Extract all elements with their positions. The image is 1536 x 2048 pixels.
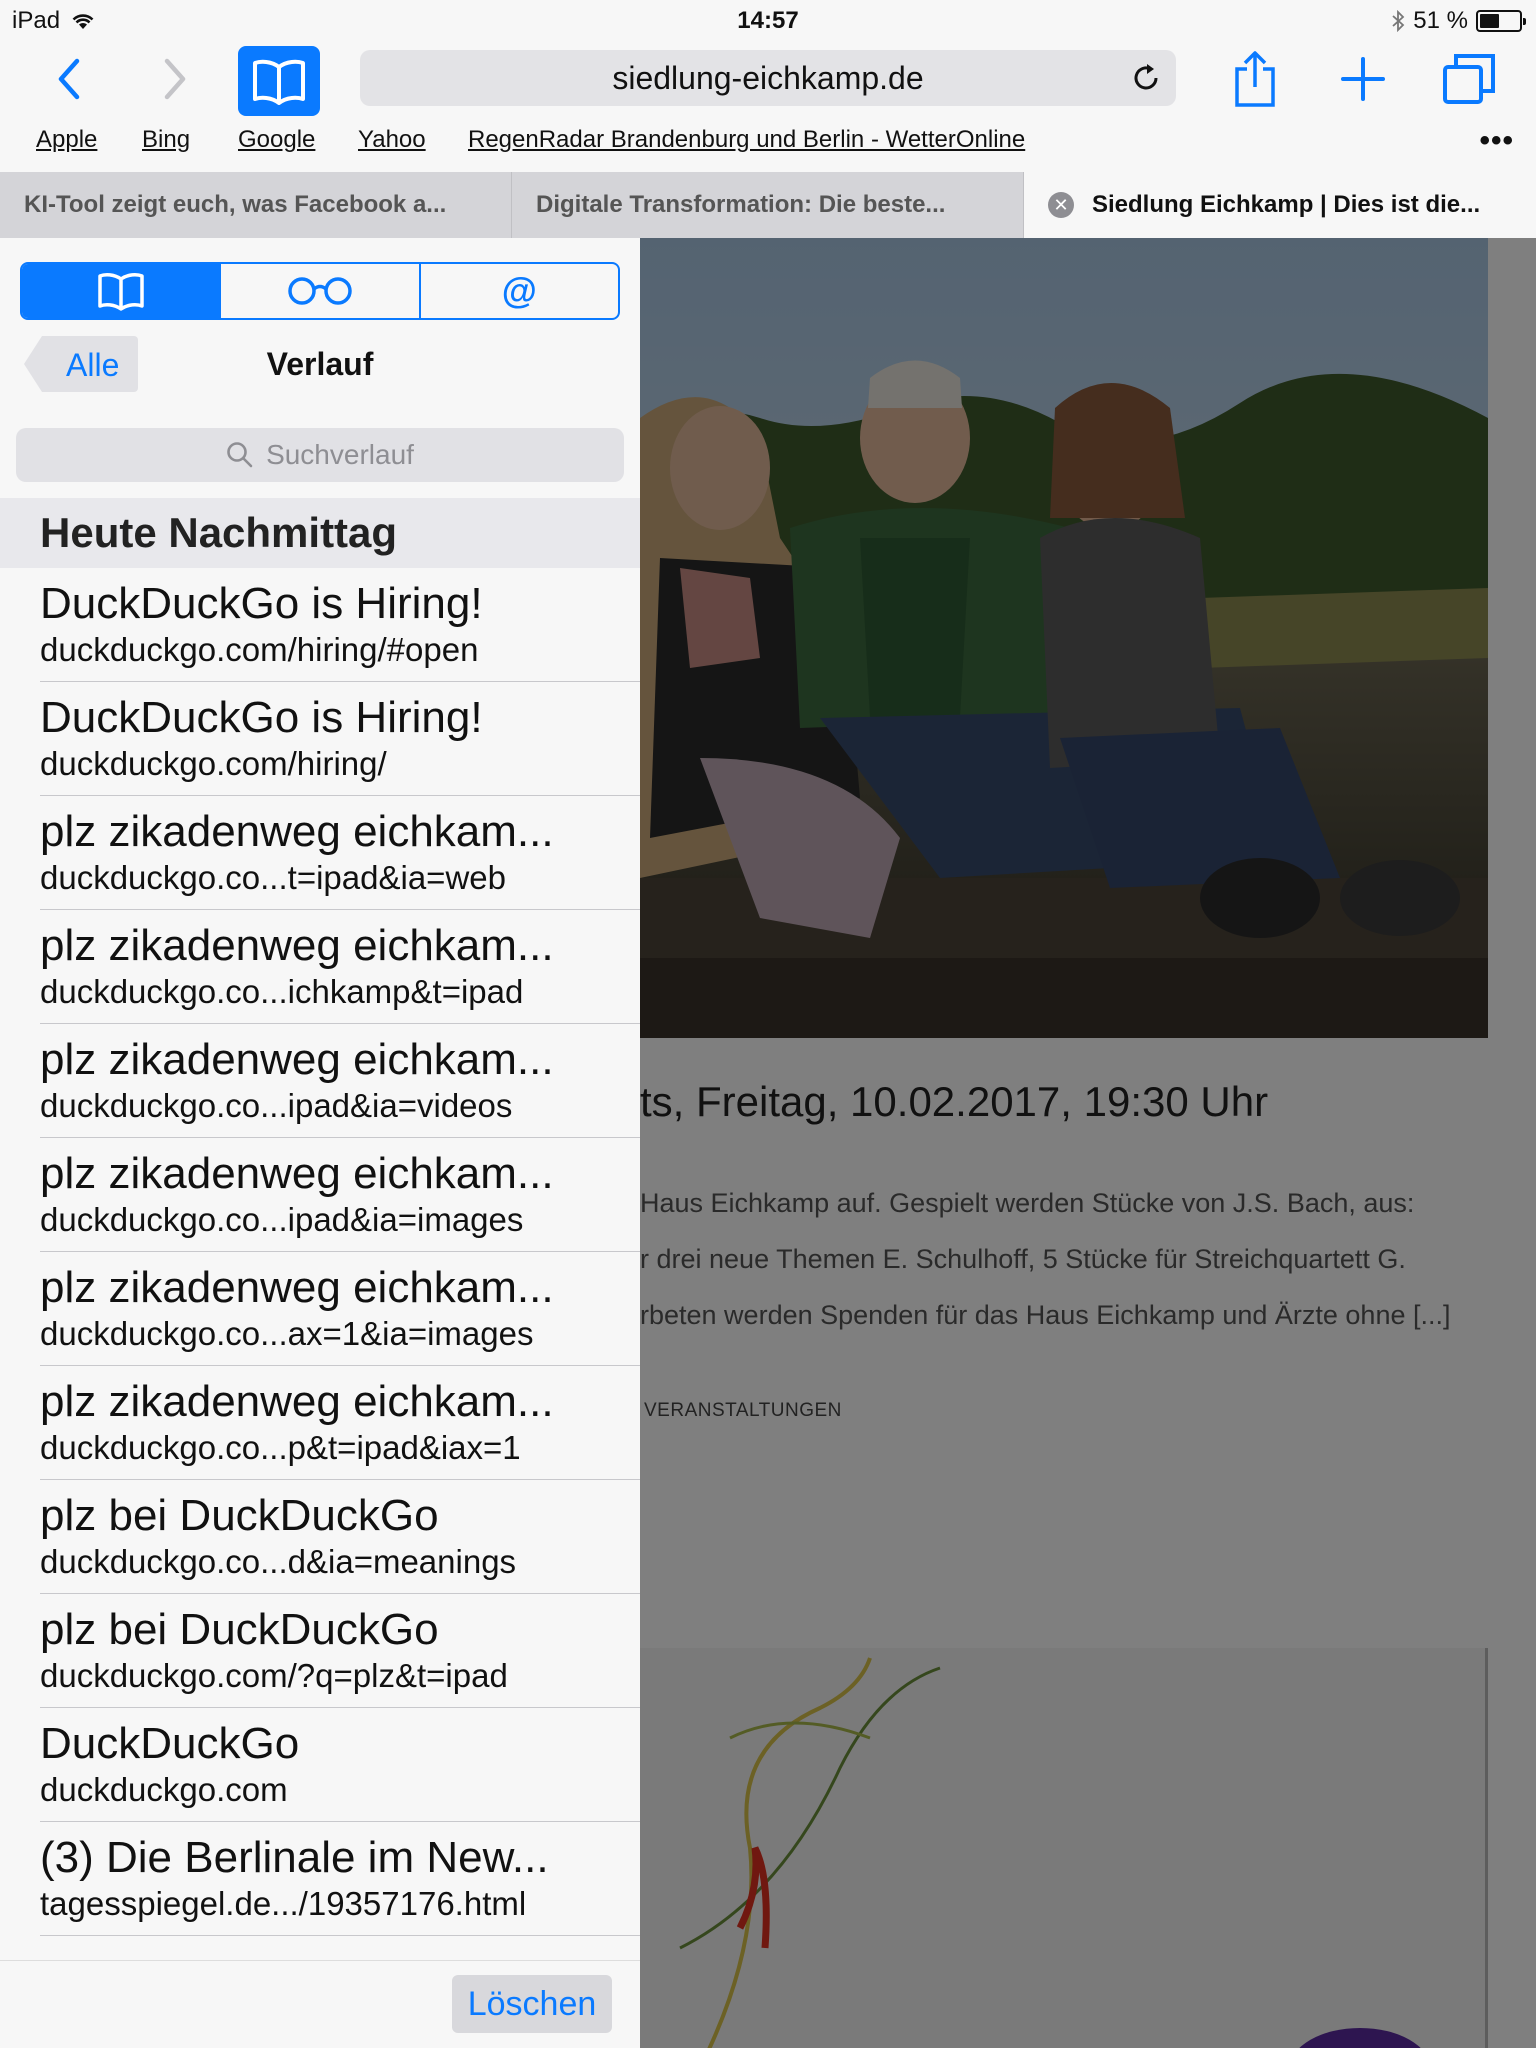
history-item[interactable]: (3) Die Berlinale im New... tagesspiegel.… — [0, 1822, 640, 1936]
section-header: Heute Nachmittag — [0, 498, 640, 568]
reload-icon[interactable] — [1130, 62, 1162, 94]
battery-icon — [1476, 10, 1526, 32]
bookmark-google[interactable]: Google — [238, 126, 315, 154]
chevron-right-icon — [164, 58, 186, 100]
history-item-url: duckduckgo.co...ipad&ia=images — [40, 1201, 524, 1238]
search-icon — [227, 442, 253, 468]
history-item[interactable]: plz bei DuckDuckGo duckduckgo.com/?q=plz&… — [0, 1594, 640, 1708]
history-item[interactable]: DuckDuckGo duckduckgo.com — [0, 1708, 640, 1822]
bookmarks-bar: Apple Bing Google Yahoo RegenRadar Brand… — [0, 120, 1536, 172]
battery-percent: 51 % — [1413, 7, 1468, 34]
delete-history-button[interactable]: Löschen — [452, 1975, 612, 2033]
history-item[interactable]: plz zikadenweg eichkam... duckduckgo.co..… — [0, 1024, 640, 1138]
tab-title: Siedlung Eichkamp | Dies ist die... — [1092, 191, 1481, 218]
history-item-url: duckduckgo.com — [40, 1771, 288, 1808]
tab-bar: KI-Tool zeigt euch, was Facebook a... Di… — [0, 172, 1536, 238]
history-item-url: duckduckgo.com/hiring/ — [40, 745, 387, 782]
back-button[interactable] — [34, 48, 104, 110]
sidebar-footer: Löschen — [0, 1960, 640, 2048]
history-item-title: (3) Die Berlinale im New... — [40, 1833, 549, 1882]
more-bookmarks-icon[interactable]: ••• — [1479, 124, 1514, 158]
history-item-url: duckduckgo.com/?q=plz&t=ipad — [40, 1657, 508, 1694]
tabs-overview-button[interactable] — [1434, 48, 1504, 110]
history-item-title: plz zikadenweg eichkam... — [40, 1035, 554, 1084]
tab-siedlung-eichkamp[interactable]: ✕ Siedlung Eichkamp | Dies ist die... — [1024, 172, 1536, 238]
plus-icon — [1341, 57, 1385, 101]
history-item-url: duckduckgo.co...d&ia=meanings — [40, 1543, 517, 1580]
bluetooth-icon — [1392, 10, 1405, 32]
history-item-title: plz zikadenweg eichkam... — [40, 1149, 554, 1198]
history-item[interactable]: plz zikadenweg eichkam... duckduckgo.co..… — [0, 1252, 640, 1366]
bookmarks-button[interactable] — [238, 46, 320, 116]
history-item[interactable]: plz zikadenweg eichkam... duckduckgo.co..… — [0, 910, 640, 1024]
history-item-title: plz bei DuckDuckGo — [40, 1491, 439, 1540]
tabs-icon — [1443, 54, 1495, 104]
url-text: siedlung-eichkamp.de — [612, 59, 924, 96]
panel-title: Verlauf — [266, 346, 374, 382]
history-sidebar: @ Alle Verlauf Suchverlauf Heute Nachmit… — [0, 238, 640, 2048]
tab-digitale-transformation[interactable]: Digitale Transformation: Die beste... — [512, 172, 1024, 238]
history-item-title: DuckDuckGo — [40, 1719, 300, 1768]
history-item-url: duckduckgo.co...ax=1&ia=images — [40, 1315, 534, 1352]
history-item-url: duckduckgo.co...ichkamp&t=ipad — [40, 973, 524, 1010]
dim-overlay[interactable] — [640, 238, 1536, 2048]
clock: 14:57 — [737, 7, 799, 34]
shared-links-segment[interactable]: @ — [421, 264, 618, 318]
tab-title: KI-Tool zeigt euch, was Facebook a... — [24, 191, 447, 218]
close-tab-icon[interactable]: ✕ — [1048, 192, 1074, 218]
history-item-url: duckduckgo.co...p&t=ipad&iax=1 — [40, 1429, 521, 1466]
tab-title: Digitale Transformation: Die beste... — [536, 191, 946, 218]
glasses-icon — [288, 277, 352, 305]
history-item[interactable]: plz zikadenweg eichkam... duckduckgo.co..… — [0, 796, 640, 910]
history-item[interactable]: plz bei DuckDuckGo duckduckgo.co...d&ia=m… — [0, 1480, 640, 1594]
history-item[interactable]: DuckDuckGo is Hiring! duckduckgo.com/hiri… — [0, 568, 640, 682]
forward-button[interactable] — [140, 48, 210, 110]
history-item-title: plz bei DuckDuckGo — [40, 1605, 439, 1654]
bookmark-bing[interactable]: Bing — [142, 126, 190, 154]
history-item-title: DuckDuckGo is Hiring! — [40, 579, 483, 628]
bookmarks-segment[interactable] — [22, 264, 222, 318]
history-item-title: plz zikadenweg eichkam... — [40, 807, 554, 856]
book-icon — [253, 59, 305, 105]
chevron-left-icon — [58, 58, 80, 100]
history-item[interactable]: plz zikadenweg eichkam... duckduckgo.co..… — [0, 1138, 640, 1252]
history-item-title: plz zikadenweg eichkam... — [40, 1263, 554, 1312]
history-item-url: tagesspiegel.de.../19357176.html — [40, 1885, 527, 1922]
bookmark-regenradar[interactable]: RegenRadar Brandenburg und Berlin - Wett… — [468, 126, 1025, 154]
tab-ki-tool[interactable]: KI-Tool zeigt euch, was Facebook a... — [0, 172, 512, 238]
bookmark-yahoo[interactable]: Yahoo — [358, 126, 426, 154]
history-item[interactable]: DuckDuckGo is Hiring! duckduckgo.com/hiri… — [0, 682, 640, 796]
address-bar[interactable]: siedlung-eichkamp.de — [360, 50, 1176, 106]
history-search-field[interactable]: Suchverlauf — [16, 428, 624, 482]
bookmark-apple[interactable]: Apple — [36, 126, 97, 154]
browser-toolbar: siedlung-eichkamp.de — [0, 40, 1536, 120]
status-bar: iPad 14:57 51 % — [0, 0, 1536, 40]
book-icon — [97, 273, 144, 311]
share-icon — [1235, 51, 1275, 107]
share-button[interactable] — [1220, 48, 1290, 110]
history-item-title: DuckDuckGo is Hiring! — [40, 693, 483, 742]
sidebar-segmented-control: @ — [20, 262, 620, 320]
search-placeholder: Suchverlauf — [266, 439, 414, 470]
history-item-url: duckduckgo.co...ipad&ia=videos — [40, 1087, 513, 1124]
reading-list-segment[interactable] — [221, 264, 421, 318]
history-item[interactable]: plz zikadenweg eichkam... duckduckgo.co..… — [0, 1366, 640, 1480]
history-item-url: duckduckgo.com/hiring/#open — [40, 631, 479, 668]
new-tab-button[interactable] — [1328, 48, 1398, 110]
history-list: DuckDuckGo is Hiring! duckduckgo.com/hiri… — [0, 568, 640, 1936]
history-item-url: duckduckgo.co...t=ipad&ia=web — [40, 859, 506, 896]
at-icon: @ — [501, 270, 537, 311]
history-item-title: plz zikadenweg eichkam... — [40, 921, 554, 970]
history-item-title: plz zikadenweg eichkam... — [40, 1377, 554, 1426]
